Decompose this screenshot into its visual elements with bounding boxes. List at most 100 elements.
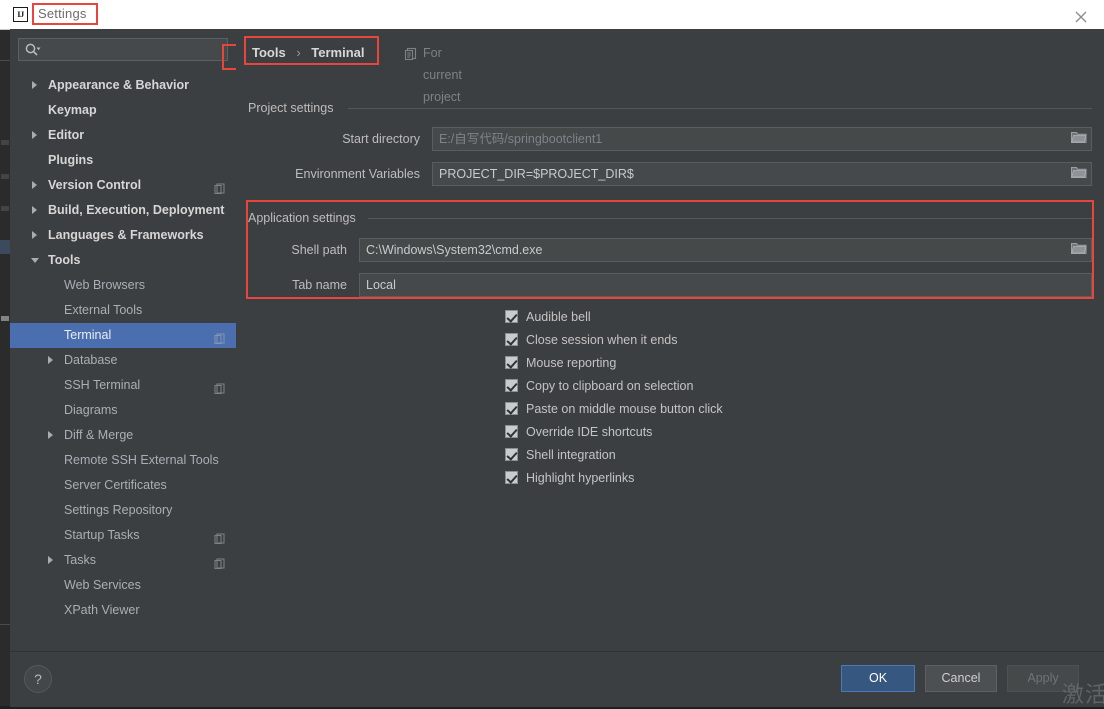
sidebar-item-web-browsers[interactable]: Web Browsers — [10, 273, 236, 298]
sidebar-item-diff-merge[interactable]: Diff & Merge — [10, 423, 236, 448]
chevron-right-icon[interactable] — [32, 181, 37, 189]
activation-watermark: 激活 — [1061, 683, 1104, 708]
field-label: Tab name — [292, 278, 347, 292]
breadcrumb-current: Terminal — [311, 45, 365, 60]
breadcrumb-separator-icon: › — [296, 45, 301, 60]
sidebar-item-version-control[interactable]: Version Control — [10, 173, 236, 198]
ok-button[interactable]: OK — [841, 665, 915, 692]
sidebar-item-label: SSH Terminal — [64, 378, 141, 392]
sidebar-item-label: Tools — [48, 253, 81, 267]
sidebar-item-web-services[interactable]: Web Services — [10, 573, 236, 598]
chevron-down-icon[interactable] — [31, 258, 39, 267]
checkbox-box[interactable] — [505, 356, 518, 369]
field-start-directory: Start directory E:/自写代码/springbootclient… — [248, 127, 1092, 151]
checkbox-label: Close session when it ends — [526, 333, 678, 347]
start-directory-input[interactable]: E:/自写代码/springbootclient1 — [432, 127, 1092, 151]
sidebar-item-label: Web Browsers — [64, 278, 146, 292]
checkbox-box[interactable] — [505, 379, 518, 392]
checkbox-label: Audible bell — [526, 310, 591, 324]
sidebar-item-label: XPath Viewer — [64, 603, 140, 617]
help-icon: ? — [34, 671, 42, 687]
search-input[interactable] — [47, 42, 227, 61]
window-titlebar: IJ Settings — [0, 0, 1104, 30]
sidebar-item-languages-frameworks[interactable]: Languages & Frameworks — [10, 223, 236, 248]
cancel-button[interactable]: Cancel — [925, 665, 997, 692]
sidebar-item-label: Diagrams — [64, 403, 118, 417]
scope-note-label: For current project — [423, 46, 462, 104]
dialog-button-bar: ? OK Cancel Apply 激活 — [10, 651, 1104, 708]
sidebar-item-label: Server Certificates — [64, 478, 167, 492]
checkbox-box[interactable] — [505, 425, 518, 438]
sidebar-item-tools[interactable]: Tools — [10, 248, 236, 273]
settings-dialog: Appearance & Behavior Keymap Editor Plugins… — [10, 29, 1104, 708]
environment-variables-input[interactable]: PROJECT_DIR=$PROJECT_DIR$ — [432, 162, 1092, 186]
shell-path-input[interactable]: C:\Windows\System32\cmd.exe — [359, 238, 1092, 262]
sidebar-item-plugins[interactable]: Plugins — [10, 148, 236, 173]
ide-background-strip — [0, 28, 10, 706]
chevron-right-icon[interactable] — [48, 356, 53, 364]
sidebar-item-remote-ssh-external-tools[interactable]: Remote SSH External Tools — [10, 448, 236, 473]
checkbox-label: Paste on middle mouse button click — [526, 402, 723, 416]
sidebar-item-label: Appearance & Behavior — [48, 78, 190, 92]
sidebar-item-label: Terminal — [64, 328, 112, 342]
sidebar-item-label: Startup Tasks — [64, 528, 140, 542]
chevron-right-icon[interactable] — [48, 431, 53, 439]
sidebar-item-appearance-behavior[interactable]: Appearance & Behavior — [10, 73, 236, 98]
sidebar-item-startup-tasks[interactable]: Startup Tasks — [10, 523, 236, 548]
sidebar-item-diagrams[interactable]: Diagrams — [10, 398, 236, 423]
sidebar-item-ssh-terminal[interactable]: SSH Terminal — [10, 373, 236, 398]
sidebar-item-label: Plugins — [48, 153, 94, 167]
sidebar-item-keymap[interactable]: Keymap — [10, 98, 236, 123]
sidebar-item-editor[interactable]: Editor — [10, 123, 236, 148]
sidebar-item-label: External Tools — [64, 303, 143, 317]
settings-tree[interactable]: Appearance & Behavior Keymap Editor Plugins… — [10, 73, 236, 648]
chevron-right-icon[interactable] — [32, 131, 37, 139]
sidebar-item-label: Tasks — [64, 553, 96, 567]
tab-name-input[interactable]: Local — [359, 273, 1092, 297]
checkbox-box[interactable] — [505, 333, 518, 346]
title-highlight-box — [32, 3, 98, 25]
checkbox-box[interactable] — [505, 471, 518, 484]
chevron-right-icon[interactable] — [32, 231, 37, 239]
checkbox-label: Mouse reporting — [526, 356, 617, 370]
sidebar-item-label: Build, Execution, Deployment — [48, 203, 225, 217]
checkbox-box[interactable] — [505, 448, 518, 461]
field-shell-path: Shell path C:\Windows\System32\cmd.exe — [248, 238, 1092, 262]
breadcrumb-parent[interactable]: Tools — [252, 45, 286, 60]
field-label: Shell path — [291, 243, 347, 257]
sidebar-item-xpath-viewer[interactable]: XPath Viewer — [10, 598, 236, 623]
help-button[interactable]: ? — [24, 665, 52, 693]
checkbox-label: Override IDE shortcuts — [526, 425, 653, 439]
sidebar-item-terminal[interactable]: Terminal — [10, 323, 236, 348]
search-box[interactable] — [18, 38, 228, 61]
sidebar-item-server-certificates[interactable]: Server Certificates — [10, 473, 236, 498]
chevron-right-icon[interactable] — [32, 81, 37, 89]
browse-folder-icon[interactable] — [1070, 240, 1092, 260]
sidebar-item-settings-repository[interactable]: Settings Repository — [10, 498, 236, 523]
checkbox-label: Copy to clipboard on selection — [526, 379, 694, 393]
application-settings-title: Application settings — [248, 211, 362, 225]
checkbox-box[interactable] — [505, 402, 518, 415]
sidebar-item-label: Settings Repository — [64, 503, 173, 517]
sidebar-item-database[interactable]: Database — [10, 348, 236, 373]
close-icon[interactable] — [1058, 0, 1104, 29]
field-label: Start directory — [342, 132, 420, 146]
checkbox-label: Highlight hyperlinks — [526, 471, 635, 485]
sidebar-item-label: Languages & Frameworks — [48, 228, 204, 242]
search-icon — [25, 43, 41, 60]
browse-folder-icon[interactable] — [1070, 164, 1092, 184]
chevron-right-icon[interactable] — [32, 206, 37, 214]
chevron-right-icon[interactable] — [48, 556, 53, 564]
sidebar-item-external-tools[interactable]: External Tools — [10, 298, 236, 323]
field-environment-variables: Environment Variables PROJECT_DIR=$PROJE… — [248, 162, 1092, 186]
checkbox-label: Shell integration — [526, 448, 616, 462]
sidebar-item-label: Editor — [48, 128, 85, 142]
sidebar-item-tasks[interactable]: Tasks — [10, 548, 236, 573]
browse-folder-icon[interactable] — [1070, 129, 1092, 149]
field-tab-name: Tab name Local — [248, 273, 1092, 297]
sidebar-item-label: Version Control — [48, 178, 142, 192]
intellij-logo-icon: IJ — [13, 7, 28, 22]
sidebar-item-build-execution-deployment[interactable]: Build, Execution, Deployment — [10, 198, 236, 223]
sidebar-item-label: Diff & Merge — [64, 428, 134, 442]
checkbox-box[interactable] — [505, 310, 518, 323]
